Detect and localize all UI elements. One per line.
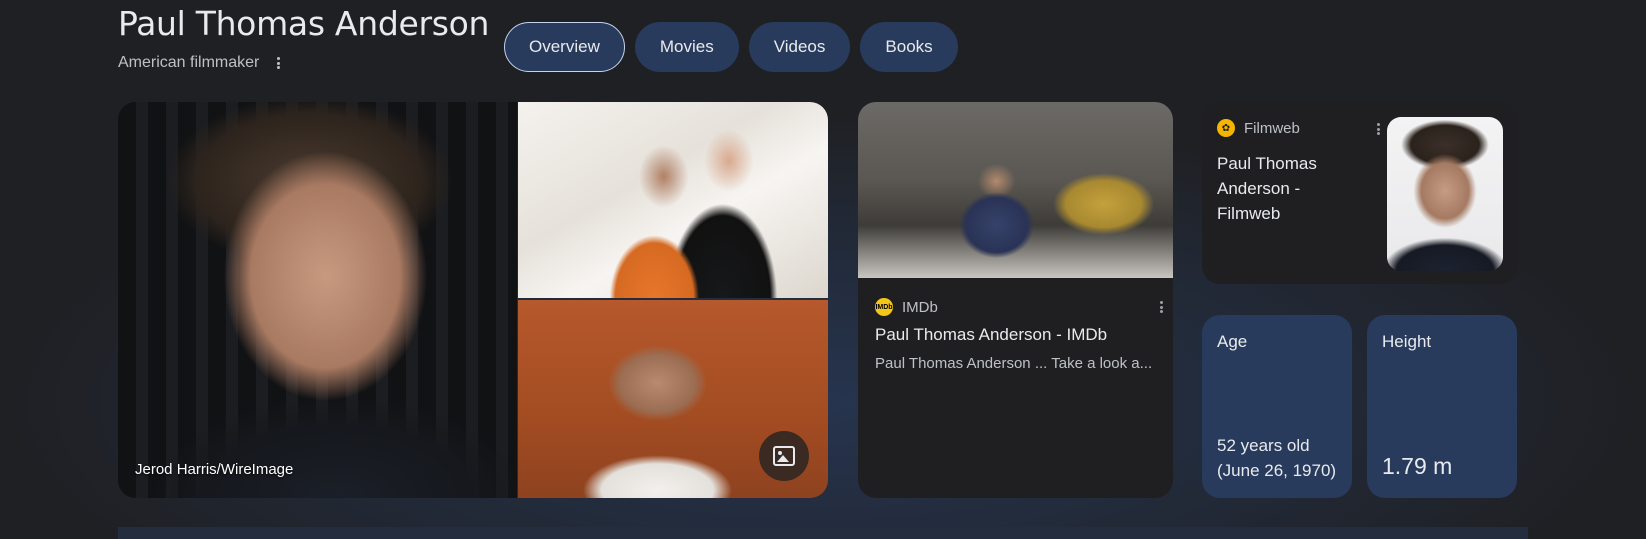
bottom-band [118,527,1528,539]
entity-subtitle: American filmmaker [118,54,260,71]
subtitle-row: American filmmaker [118,54,283,72]
imdb-result-card[interactable]: IMDb IMDb Paul Thomas Anderson - IMDb Pa… [858,102,1173,498]
age-label: Age [1217,332,1248,351]
filmweb-thumbnail [1387,117,1503,271]
imdb-favicon-icon: IMDb [875,298,893,316]
filmweb-source-name: Filmweb [1244,119,1300,137]
image-credit: Jerod Harris/WireImage [135,461,294,478]
height-label: Height [1382,332,1432,351]
tab-movies[interactable]: Movies [634,22,739,72]
imdb-source-row: IMDb IMDb [875,298,938,316]
main-portrait-image[interactable]: Jerod Harris/WireImage [118,102,517,498]
imdb-more-options-icon[interactable] [1156,298,1166,316]
entity-tabs: Overview Movies Videos Books [504,22,958,72]
height-fact-card[interactable]: Height 1.79 m [1367,315,1517,498]
age-value: 52 years old (June 26, 1970) [1217,436,1337,480]
more-options-icon[interactable] [273,54,283,72]
image-gallery-button[interactable] [759,431,809,481]
portrait-photo [118,102,517,498]
entity-title: Paul Thomas Anderson [118,4,490,43]
entity-header: Paul Thomas Anderson American filmmaker [118,4,490,71]
imdb-thumbnail [858,102,1173,278]
filmweb-source-row: ✿ Filmweb [1217,119,1300,137]
tab-books[interactable]: Books [860,22,958,72]
image-gallery-icon [773,446,795,466]
filmweb-favicon-icon: ✿ [1217,119,1235,137]
filmweb-more-options-icon[interactable] [1373,120,1383,138]
tab-videos[interactable]: Videos [748,22,851,72]
filmweb-result-card[interactable]: ✿ Filmweb Paul Thomas Anderson - Filmweb [1202,102,1518,284]
height-value: 1.79 m [1382,453,1453,479]
imdb-result-title[interactable]: Paul Thomas Anderson - IMDb [875,322,1107,347]
age-fact-card[interactable]: Age 52 years old (June 26, 1970) [1202,315,1352,498]
tab-overview[interactable]: Overview [504,22,625,72]
imdb-source-name: IMDb [902,298,938,316]
filmweb-result-title[interactable]: Paul Thomas Anderson - Filmweb [1217,151,1367,226]
red-carpet-image[interactable] [518,102,828,298]
imdb-result-snippet: Paul Thomas Anderson ... Take a look a..… [875,355,1153,372]
